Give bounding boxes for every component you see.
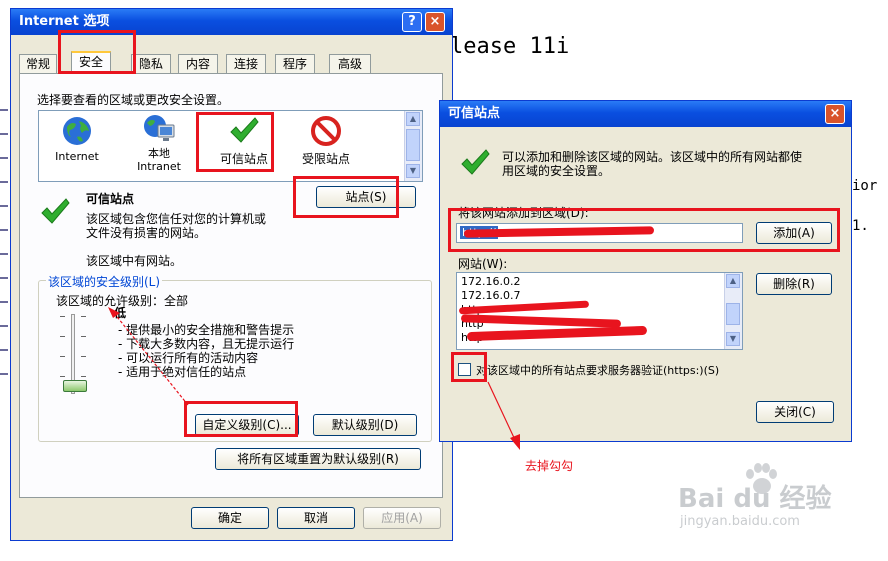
slider-thumb[interactable] (63, 380, 87, 392)
watermark-url: jingyan.baidu.com (680, 514, 800, 529)
help-button[interactable]: ? (402, 12, 422, 32)
require-https-label[interactable]: 对该区域中的所有站点要求服务器验证(https:)(S) (476, 362, 719, 378)
baidu-watermark: Bai du 经验 jingyan.baidu.com (678, 462, 878, 542)
restricted-sites-icon (311, 116, 341, 146)
tab-content[interactable]: 内容 (178, 54, 218, 74)
highlight-sites-button (293, 176, 399, 218)
security-level-slider[interactable] (60, 314, 88, 398)
zone-instruction: 选择要查看的区域或更改安全设置。 (37, 93, 230, 107)
zone-title: 可信站点 (86, 192, 135, 206)
slider-tick (81, 336, 86, 337)
trusted-sites-titlebar[interactable]: 可信站点 (440, 101, 851, 127)
local-intranet-icon (144, 115, 175, 141)
tab-privacy[interactable]: 隐私 (131, 54, 171, 74)
websites-list[interactable]: 172.16.0.2 172.16.0.7 http http http ▲ ▼ (456, 272, 743, 350)
remove-button[interactable]: 删除(R) (756, 273, 832, 295)
zone-has-sites: 该区域中有网站。 (86, 254, 183, 268)
slider-tick (60, 376, 65, 377)
globe-icon (63, 117, 91, 145)
window-title: Internet 选项 (19, 14, 110, 29)
slider-tick (81, 316, 86, 317)
security-level-group-label: 该区域的安全级别(L) (46, 273, 163, 290)
ok-button[interactable]: 确定 (191, 507, 269, 529)
background-left-edge (0, 95, 8, 385)
zone-label: 受限站点 (301, 152, 350, 166)
highlight-add-site-area (448, 208, 840, 252)
close-button[interactable]: × (825, 104, 845, 124)
zone-internet[interactable]: Internet (45, 115, 109, 175)
highlight-trusted-zone (196, 112, 274, 172)
background-heading: lease 11i (450, 34, 570, 59)
zone-description-line2: 文件没有损害的网站。 (86, 226, 207, 240)
website-item[interactable]: 172.16.0.7 (461, 289, 520, 302)
reset-all-zones-button[interactable]: 将所有区域重置为默认级别(R) (215, 448, 421, 470)
highlight-https-checkbox (451, 352, 487, 382)
tab-general[interactable]: 常规 (19, 54, 57, 74)
default-level-button[interactable]: 默认级别(D) (313, 414, 417, 436)
annotation-text: 去掉勾勾 (525, 459, 574, 473)
slider-tick (81, 376, 86, 377)
zone-label: Internet (55, 150, 99, 163)
background-fragment: 1. (852, 218, 869, 234)
close-button[interactable]: × (425, 12, 445, 32)
trusted-check-icon (41, 198, 70, 224)
highlight-security-tab (58, 30, 136, 74)
dialog-description-line2: 用区域的安全设置。 (502, 164, 611, 178)
close-dialog-button[interactable]: 关闭(C) (756, 401, 834, 423)
background-fragment: ior (852, 178, 878, 194)
watermark-brand: Bai du 经验 (678, 484, 832, 514)
trusted-check-icon (461, 149, 490, 175)
annotation-arrow-icon (487, 381, 520, 450)
zone-restricted-sites[interactable]: 受限站点 (293, 115, 359, 175)
websites-scrollbar[interactable]: ▲ ▼ (724, 273, 742, 349)
zone-label: 本地 Intranet (137, 147, 181, 173)
slider-tick (60, 356, 65, 357)
scroll-thumb[interactable] (406, 129, 420, 161)
tab-connections[interactable]: 连接 (226, 54, 266, 74)
redaction-scribble (460, 314, 622, 328)
slider-tick (60, 316, 65, 317)
apply-button[interactable]: 应用(A) (363, 507, 441, 529)
scroll-down-icon[interactable]: ▼ (406, 164, 420, 178)
tab-advanced[interactable]: 高级 (329, 54, 371, 74)
scroll-down-icon[interactable]: ▼ (726, 332, 740, 346)
scroll-thumb[interactable] (726, 303, 740, 325)
dialog-title: 可信站点 (448, 106, 501, 121)
tab-programs[interactable]: 程序 (275, 54, 315, 74)
scroll-up-icon[interactable]: ▲ (406, 112, 420, 126)
scroll-up-icon[interactable]: ▲ (726, 274, 740, 288)
websites-label: 网站(W): (458, 257, 508, 271)
internet-options-window: Internet 选项 ? × 常规 安全 隐私 内容 连接 程序 高级 选择要… (10, 8, 453, 541)
website-item[interactable]: 172.16.0.2 (461, 275, 520, 288)
cancel-button[interactable]: 取消 (277, 507, 355, 529)
slider-tick (81, 356, 86, 357)
zone-local-intranet[interactable]: 本地 Intranet (127, 113, 191, 179)
zone-list-scrollbar[interactable]: ▲ ▼ (404, 111, 422, 181)
redaction-scribble (466, 325, 648, 342)
annotation-arrow-icon (108, 307, 189, 406)
slider-tick (60, 336, 65, 337)
